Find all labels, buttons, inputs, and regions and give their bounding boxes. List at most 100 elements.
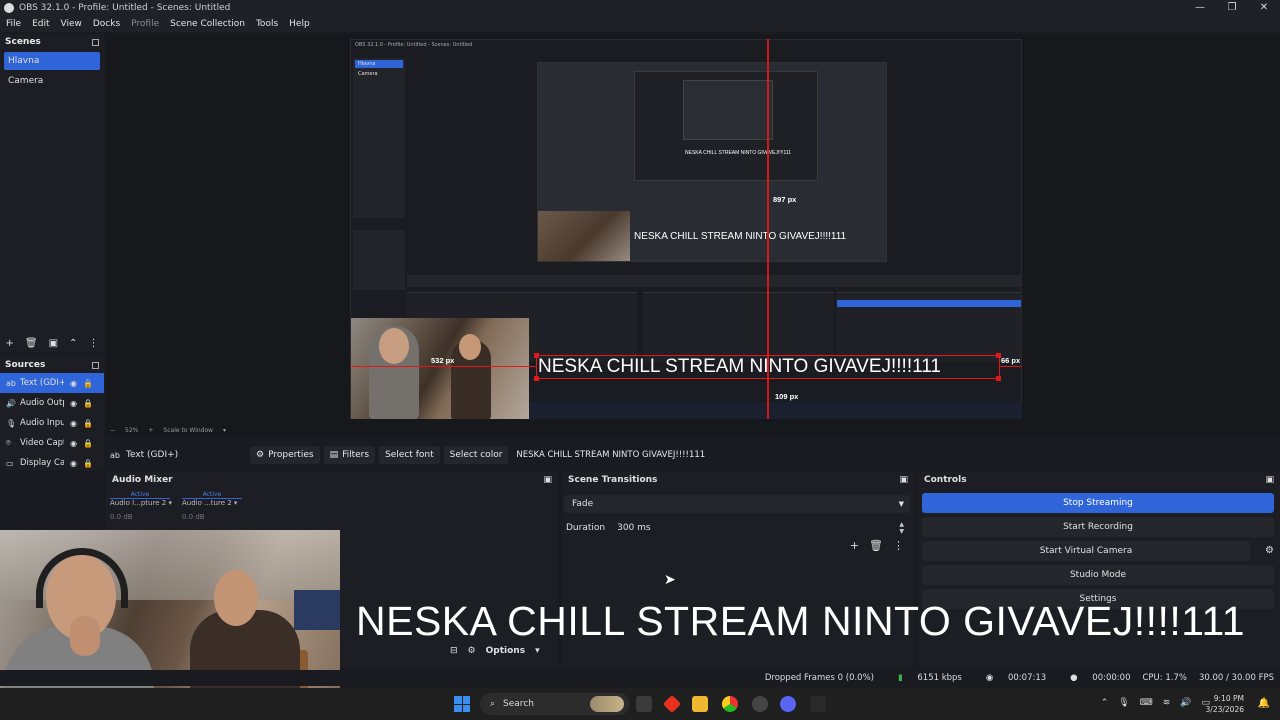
nested-scene-item: Hlavna: [355, 60, 403, 68]
chevron-down-icon[interactable]: ▾: [223, 427, 226, 434]
menu-file[interactable]: File: [6, 19, 21, 29]
zoom-out-icon[interactable]: −: [110, 427, 115, 434]
remove-transition-icon[interactable]: 🗑: [869, 539, 883, 552]
broadcast-icon: ◉: [985, 673, 994, 683]
more-options-icon[interactable]: ⋮: [893, 539, 904, 552]
studio-mode-button[interactable]: Studio Mode: [922, 565, 1274, 585]
source-item-display-capture[interactable]: ▭ Display Capture ◉ 🔒: [0, 453, 104, 473]
nested-sources-dock: [353, 230, 405, 290]
menu-profile[interactable]: Profile: [131, 19, 159, 29]
source-item-audio-output[interactable]: 🔊 Audio Output Capture ◉ 🔒: [0, 393, 104, 413]
start-virtual-camera-button[interactable]: Start Virtual Camera: [922, 541, 1250, 561]
source-item-text[interactable]: ab Text (GDI+) ◉ 🔒: [0, 373, 104, 393]
task-view-icon[interactable]: [636, 696, 652, 712]
remove-scene-icon[interactable]: 🗑: [25, 338, 38, 349]
distance-label-532: 532 px: [431, 356, 455, 365]
file-explorer-icon[interactable]: [692, 696, 708, 712]
transition-select[interactable]: Fade ▼: [564, 495, 910, 513]
gear-icon[interactable]: ⚙: [1265, 545, 1274, 556]
add-scene-icon[interactable]: +: [6, 338, 14, 349]
visibility-eye-icon[interactable]: ◉: [70, 459, 77, 468]
undock-icon[interactable]: [92, 361, 99, 369]
duration-input[interactable]: 300 ms: [617, 523, 651, 533]
taskbar-clock[interactable]: 9:10 PM 3/23/2026: [1206, 693, 1244, 715]
mixer-advanced-icon[interactable]: ⚙: [468, 646, 476, 656]
properties-button[interactable]: ⚙ Properties: [250, 446, 320, 464]
windows-start-icon[interactable]: [454, 696, 470, 712]
filters-button[interactable]: ▤ Filters: [323, 446, 376, 464]
app-red-icon[interactable]: [662, 694, 682, 714]
resize-handle[interactable]: [996, 353, 1001, 358]
chrome-icon[interactable]: [722, 696, 738, 712]
cpu-usage: CPU: 1.7%: [1142, 673, 1187, 683]
select-color-button[interactable]: Select color: [443, 446, 509, 464]
keyboard-icon[interactable]: ⌨: [1140, 698, 1153, 708]
menu-edit[interactable]: Edit: [32, 19, 49, 29]
source-item-video-capture[interactable]: ⌾ Video Capture Device ◉ 🔒: [0, 433, 104, 453]
undock-icon[interactable]: ▣: [543, 475, 552, 485]
nested-preview: NESKA CHILL STREAM NINTO GIVAVEJ!!!!111 …: [537, 62, 887, 262]
lock-icon[interactable]: 🔒: [83, 459, 93, 468]
mic-tray-icon[interactable]: 🎙: [1118, 698, 1129, 708]
scale-mode[interactable]: Scale to Window: [163, 427, 213, 434]
bitrate-value: 6151 kbps: [917, 673, 962, 683]
volume-icon[interactable]: 🔊: [1180, 698, 1191, 708]
chevron-down-icon[interactable]: ▾: [234, 499, 238, 507]
menu-help[interactable]: Help: [289, 19, 310, 29]
minimize-button[interactable]: —: [1184, 0, 1216, 16]
preview-zoom-bar: − 52% + Scale to Window ▾: [106, 424, 506, 436]
stream-overlay-text: NESKA CHILL STREAM NINTO GIVAVEJ!!!!111: [356, 598, 1246, 644]
move-up-icon[interactable]: ⌃: [69, 338, 77, 349]
close-button[interactable]: ✕: [1248, 0, 1280, 16]
lock-icon[interactable]: 🔒: [83, 419, 93, 428]
visibility-eye-icon[interactable]: ◉: [70, 419, 77, 428]
visibility-eye-icon[interactable]: ◉: [70, 379, 77, 388]
distance-label-109: 109 px: [775, 392, 799, 401]
lock-icon[interactable]: 🔒: [83, 439, 93, 448]
undock-icon[interactable]: [92, 38, 99, 46]
wifi-icon[interactable]: ≋: [1163, 698, 1171, 708]
menu-view[interactable]: View: [61, 19, 82, 29]
add-transition-icon[interactable]: +: [850, 539, 859, 552]
filters-label: Filters: [342, 450, 370, 460]
undock-icon[interactable]: ▣: [1265, 475, 1274, 485]
program-preview[interactable]: OBS 32.1.0 - Profile: Untitled - Scenes:…: [106, 34, 1280, 436]
lock-icon[interactable]: 🔒: [83, 399, 93, 408]
search-label: Search: [503, 699, 534, 709]
sources-dock: Sources ab Text (GDI+) ◉ 🔒 🔊 Audio Outpu…: [0, 357, 104, 470]
menu-docks[interactable]: Docks: [93, 19, 120, 29]
select-font-button[interactable]: Select font: [379, 446, 440, 464]
more-options-icon[interactable]: ⋮: [88, 338, 98, 349]
start-recording-button[interactable]: Start Recording: [922, 517, 1274, 537]
nested-scenes-dock: Hlavna Camera: [353, 58, 405, 218]
source-item-audio-input[interactable]: 🎙 Audio Input Capture ◉ 🔒: [0, 413, 104, 433]
mixer-layout-icon[interactable]: ⊟: [450, 646, 458, 656]
chevron-down-icon[interactable]: ▾: [535, 646, 540, 656]
options-button[interactable]: Options: [486, 646, 525, 656]
maximize-button[interactable]: ❐: [1216, 0, 1248, 16]
text-value-field[interactable]: NESKA CHILL STREAM NINTO GIVAVEJ!!!!111: [516, 450, 705, 460]
zoom-in-icon[interactable]: +: [148, 427, 153, 434]
preview-canvas[interactable]: OBS 32.1.0 - Profile: Untitled - Scenes:…: [350, 39, 1022, 419]
scene-filters-icon[interactable]: ▣: [49, 338, 58, 349]
taskbar-search[interactable]: ⌕ Search: [480, 693, 630, 715]
lock-icon[interactable]: 🔒: [83, 379, 93, 388]
nested-transitions: [643, 292, 833, 362]
visibility-eye-icon[interactable]: ◉: [70, 399, 77, 408]
resize-handle[interactable]: [996, 376, 1001, 381]
notification-bell-icon[interactable]: 🔔: [1258, 698, 1270, 709]
undock-icon[interactable]: ▣: [899, 475, 908, 485]
chevron-down-icon[interactable]: ▾: [168, 499, 172, 507]
app-icon[interactable]: [810, 696, 826, 712]
menu-tools[interactable]: Tools: [256, 19, 278, 29]
stop-streaming-button[interactable]: Stop Streaming: [922, 493, 1274, 513]
scene-item-hlavna[interactable]: Hlavna: [4, 52, 100, 70]
person-left-head: [379, 328, 409, 364]
discord-icon[interactable]: [780, 696, 796, 712]
duration-stepper[interactable]: ▲ ▼: [899, 521, 904, 535]
menu-scene-collection[interactable]: Scene Collection: [170, 19, 245, 29]
visibility-eye-icon[interactable]: ◉: [70, 439, 77, 448]
obs-icon[interactable]: [752, 696, 768, 712]
chevron-up-icon[interactable]: ⌃: [1101, 698, 1109, 708]
scene-item-camera[interactable]: Camera: [4, 72, 100, 90]
